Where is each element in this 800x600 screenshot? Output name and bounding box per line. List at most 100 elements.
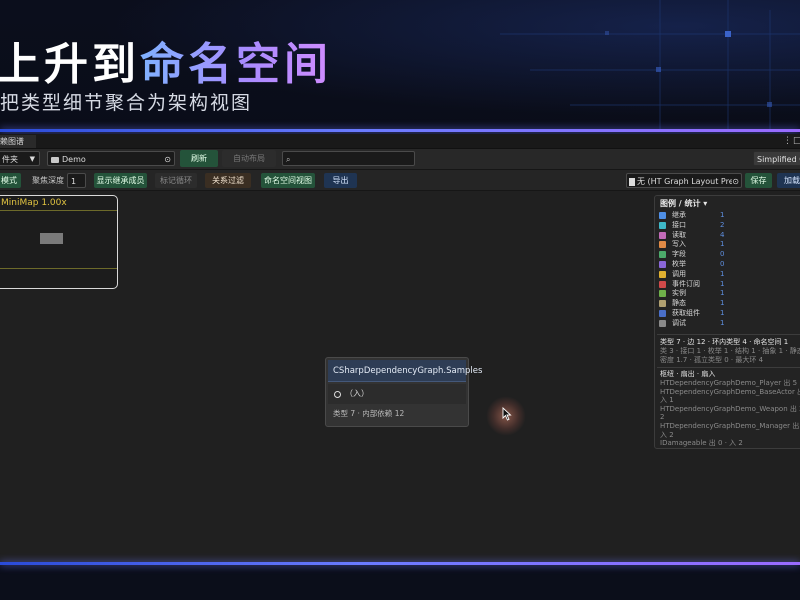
legend-item-name: 写入: [672, 240, 686, 249]
simplified-button[interactable]: Simplified C: [753, 151, 800, 166]
object-picker-icon[interactable]: ⊙: [732, 174, 739, 187]
toolbar-primary: 件夹 ▼ Demo ⊙ 刷新 自动布局 ⌕ Simplified C: [0, 149, 800, 170]
legend-item-count: 0: [720, 250, 725, 259]
load-button[interactable]: 加载: [777, 173, 800, 188]
legend-divider: [657, 334, 800, 335]
folder-field[interactable]: Demo ⊙: [47, 151, 175, 166]
folder-field-value: Demo: [62, 155, 86, 164]
dropdown-arrow-icon: ▼: [29, 155, 35, 163]
scope-dropdown-label: 件夹: [2, 155, 18, 164]
hub-line: HTDependencyGraphDemo_Weapon 出 2 · 入: [660, 404, 800, 413]
focus-depth-input[interactable]: 1: [67, 173, 86, 188]
node-input-port[interactable]: （入）: [328, 384, 466, 404]
legend-item-count: 1: [720, 289, 725, 298]
kebab-icon[interactable]: ⋮: [783, 135, 792, 147]
dependency-graph-window: 依赖图谱 ⋮ □ 件夹 ▼ Demo ⊙ 刷新 自动布局 ⌕ Simplifie…: [0, 134, 800, 562]
folder-icon: [51, 156, 59, 163]
legend-swatch: [659, 310, 666, 317]
legend-swatch: [659, 231, 666, 239]
search-input[interactable]: ⌕: [282, 151, 415, 166]
toolbar-secondary: 模式 聚焦深度 1 显示继承成员 标记循环 关系过滤 命名空间视图 导出 无 (…: [0, 170, 800, 191]
legend-item-count: 0: [720, 260, 725, 268]
file-icon: [629, 177, 635, 186]
legend-item-count: 1: [720, 269, 725, 278]
legend-swatch: [659, 241, 666, 249]
legend-divider: [657, 367, 800, 368]
stats-line-3: 密度 1.7 · 孤立类型 0 · 最大环 4: [660, 356, 764, 364]
minimap-title: MiniMap 1.00x: [1, 198, 67, 208]
node-title: CSharpDependencyGraph.Samples: [328, 360, 482, 382]
hero-title-white: 上升到: [0, 39, 140, 90]
hero-subtitle: 把类型细节聚合为架构视图: [0, 92, 253, 114]
legend-item-count: 1: [720, 318, 725, 327]
legend-item-name: 实例: [672, 289, 686, 298]
maximize-icon[interactable]: □: [793, 135, 800, 147]
tab-label: 依赖图谱: [0, 137, 24, 146]
legend-swatch: [659, 212, 666, 219]
legend-item-name: 枚举: [672, 260, 686, 268]
legend-item-name: 继承: [672, 211, 686, 219]
legend-item-name: 调试: [672, 318, 686, 327]
minimap-top-border: [0, 210, 117, 211]
legend-item-count: 4: [720, 230, 725, 239]
legend-swatch: [659, 261, 666, 268]
legend-item-count: 1: [720, 240, 725, 249]
minimap-node: [40, 233, 63, 244]
legend-swatch: [659, 280, 666, 288]
mode-button[interactable]: 模式: [0, 173, 21, 188]
relation-filter-button[interactable]: 关系过滤: [205, 173, 251, 188]
top-glow-line: [0, 129, 800, 132]
auto-layout-button[interactable]: 自动布局: [222, 150, 276, 167]
namespace-node[interactable]: CSharpDependencyGraph.Samples （入） 类型 7 ·…: [325, 357, 482, 427]
layout-preset-value: 无 (HT Graph Layout Pre: [637, 177, 734, 186]
object-picker-icon[interactable]: ⊙: [164, 152, 171, 165]
mark-cycle-button[interactable]: 标记循环: [155, 173, 197, 188]
layout-preset-field[interactable]: 无 (HT Graph Layout Pre ⊙: [626, 173, 742, 188]
legend-item-count: 2: [720, 220, 725, 229]
graph-canvas[interactable]: MiniMap 1.00x CSharpDependencyGraph.Samp…: [0, 191, 800, 562]
legend-item-name: 字段: [672, 250, 686, 259]
node-footer: 类型 7 · 内部依赖 12: [333, 409, 405, 418]
legend-swatch: [659, 221, 666, 229]
legend-swatch: [659, 300, 666, 308]
legend-item-name: 接口: [672, 220, 686, 229]
hub-line: HTDependencyGraphDemo_Manager 出 1 ·: [660, 422, 800, 430]
legend-swatch: [659, 251, 666, 259]
legend-swatch: [659, 290, 666, 298]
hub-title: 枢纽 · 扇出 · 扇入: [660, 370, 716, 378]
refresh-button[interactable]: 刷新: [180, 150, 218, 167]
focus-depth-label: 聚焦深度: [32, 176, 64, 185]
grid-decoration: [500, 0, 800, 130]
scope-dropdown[interactable]: 件夹 ▼: [0, 151, 40, 166]
port-circle-icon: [334, 391, 341, 398]
legend-item-name: 事件订阅: [672, 279, 700, 288]
tab-bar: 依赖图谱 ⋮ □: [0, 134, 800, 149]
legend-swatch: [659, 319, 666, 327]
legend-title[interactable]: 图例 / 统计 ▾: [660, 198, 707, 209]
legend-item-count: 1: [720, 309, 725, 317]
legend-item-count: 1: [720, 211, 725, 219]
legend-stats-panel: 图例 / 统计 ▾ 继承 1 接口 2 读取 4 写入 1 字段 0 枚举 0 调用 1 事件订阅 1 实例 1 静…: [654, 195, 800, 449]
namespace-view-button[interactable]: 命名空间视图: [261, 173, 315, 188]
bottom-glow-line: [0, 562, 800, 565]
tab-dependency-graph[interactable]: 依赖图谱: [0, 135, 36, 148]
hub-line: HTDependencyGraphDemo_BaseActor 出 4: [660, 387, 800, 396]
legend-item-count: 1: [720, 299, 725, 308]
hub-line: IDamageable 出 0 · 入 2: [660, 439, 743, 448]
stats-line-1: 类型 7 · 边 12 · 环内类型 4 · 命名空间 1: [660, 338, 789, 346]
show-inherited-button[interactable]: 显示继承成员: [94, 173, 147, 188]
legend-item-name: 调用: [672, 269, 686, 278]
export-button[interactable]: 导出: [324, 173, 357, 188]
legend-item-count: 1: [720, 279, 725, 288]
search-icon: ⌕: [286, 155, 291, 164]
legend-item-name: 读取: [672, 230, 686, 239]
hero-title: 上升到命名空间: [0, 28, 332, 92]
save-button[interactable]: 保存: [745, 173, 772, 188]
port-label: （入）: [345, 389, 369, 398]
minimap-bottom-border: [0, 268, 117, 269]
minimap[interactable]: MiniMap 1.00x: [0, 195, 118, 289]
hero-banner: 上升到命名空间 把类型细节聚合为架构视图: [0, 0, 800, 132]
mouse-pointer-icon: [502, 407, 512, 421]
legend-item-name: 获取组件: [672, 309, 700, 317]
legend-item-name: 静态: [672, 299, 686, 308]
